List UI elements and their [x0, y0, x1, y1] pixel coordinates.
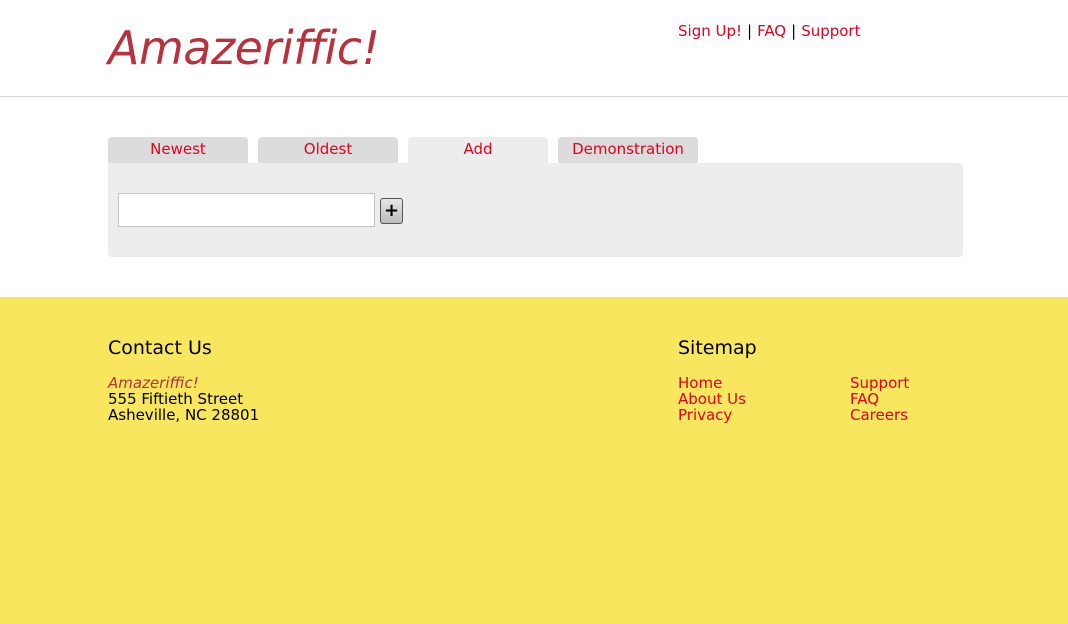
tab-content-panel: +	[108, 163, 963, 257]
sitemap-careers-link[interactable]: Careers	[850, 407, 909, 423]
sitemap-support-link[interactable]: Support	[850, 375, 909, 391]
tab-add[interactable]: Add	[408, 137, 548, 163]
contact-city: Asheville, NC 28801	[108, 406, 260, 424]
tab-oldest[interactable]: Oldest	[258, 137, 398, 163]
sitemap-links: Home About Us Privacy Support FAQ Career…	[678, 375, 978, 425]
sitemap-section: Sitemap Home About Us Privacy Support FA…	[678, 335, 978, 425]
nav-separator: |	[791, 22, 797, 40]
sitemap-heading: Sitemap	[678, 337, 757, 359]
contact-section: Contact Us Amazeriffic! 555 Fiftieth Str…	[108, 335, 259, 423]
todo-input[interactable]	[118, 193, 375, 227]
sitemap-home-link[interactable]: Home	[678, 375, 746, 391]
tab-newest[interactable]: Newest	[108, 137, 248, 163]
main-content: Newest Oldest Add Demonstration +	[0, 97, 1068, 297]
sitemap-about-link[interactable]: About Us	[678, 391, 746, 407]
sitemap-column: Support FAQ Careers	[850, 375, 909, 423]
support-link[interactable]: Support	[801, 22, 860, 40]
tab-demonstration[interactable]: Demonstration	[558, 137, 698, 163]
sitemap-faq-link[interactable]: FAQ	[850, 391, 909, 407]
nav-separator: |	[747, 22, 753, 40]
contact-street: 555 Fiftieth Street	[108, 390, 244, 408]
sitemap-privacy-link[interactable]: Privacy	[678, 407, 746, 423]
contact-company: Amazeriffic!	[108, 374, 199, 392]
site-logo[interactable]: Amazeriffic!	[108, 20, 380, 76]
sitemap-column: Home About Us Privacy	[678, 375, 746, 423]
sign-up-link[interactable]: Sign Up!	[678, 22, 742, 40]
faq-link[interactable]: FAQ	[757, 22, 786, 40]
page-footer: Contact Us Amazeriffic! 555 Fiftieth Str…	[0, 297, 1068, 624]
page-header: Amazeriffic! Sign Up! | FAQ | Support	[0, 0, 1068, 97]
top-nav: Sign Up! | FAQ | Support	[678, 20, 860, 42]
add-button[interactable]: +	[380, 198, 403, 224]
contact-address: Amazeriffic! 555 Fiftieth Street Ashevil…	[108, 375, 259, 423]
contact-heading: Contact Us	[108, 337, 212, 359]
